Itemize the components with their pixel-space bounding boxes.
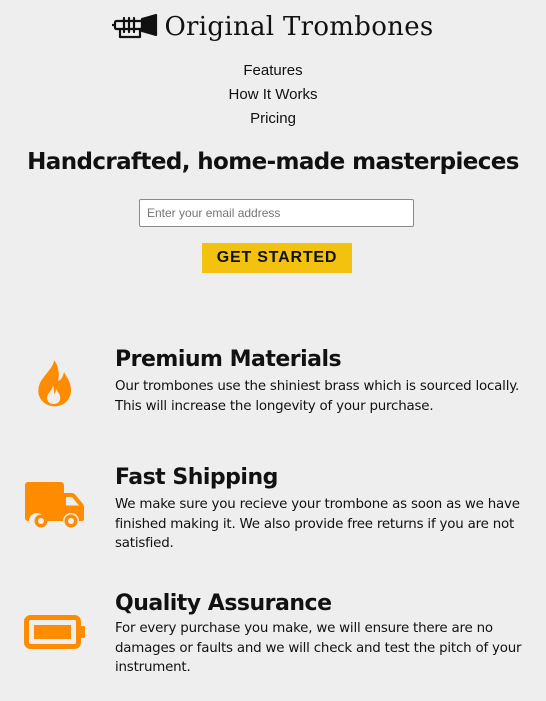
logo[interactable]: Original Trombones bbox=[0, 12, 546, 42]
feature-title: Fast Shipping bbox=[115, 465, 278, 490]
fire-icon bbox=[38, 360, 71, 407]
feature-quality-assurance: Quality Assurance For every purchase you… bbox=[0, 589, 546, 689]
feature-description: Our trombones use the shiniest brass whi… bbox=[115, 379, 520, 414]
truck-icon bbox=[25, 482, 84, 528]
get-started-button[interactable]: GET STARTED bbox=[202, 243, 352, 273]
trombone-icon bbox=[112, 13, 158, 41]
battery-full-icon bbox=[24, 615, 85, 649]
hero-title: Handcrafted, home-made masterpieces bbox=[27, 149, 519, 175]
main-nav: Features How It Works Pricing bbox=[0, 59, 546, 131]
feature-title: Quality Assurance bbox=[115, 591, 332, 616]
feature-fast-shipping: Fast Shipping We make sure you recieve y… bbox=[0, 463, 546, 563]
email-input[interactable] bbox=[139, 199, 414, 227]
brand-name: Original Trombones bbox=[164, 12, 434, 42]
feature-premium-materials: Premium Materials Our trombones use the … bbox=[0, 345, 546, 425]
nav-link-how-it-works[interactable]: How It Works bbox=[0, 83, 546, 107]
feature-description: For every purchase you make, we will ens… bbox=[115, 621, 522, 675]
nav-link-pricing[interactable]: Pricing bbox=[0, 107, 546, 131]
nav-link-features[interactable]: Features bbox=[0, 59, 546, 83]
feature-title: Premium Materials bbox=[115, 347, 342, 372]
feature-description: We make sure you recieve your trombone a… bbox=[115, 497, 520, 551]
